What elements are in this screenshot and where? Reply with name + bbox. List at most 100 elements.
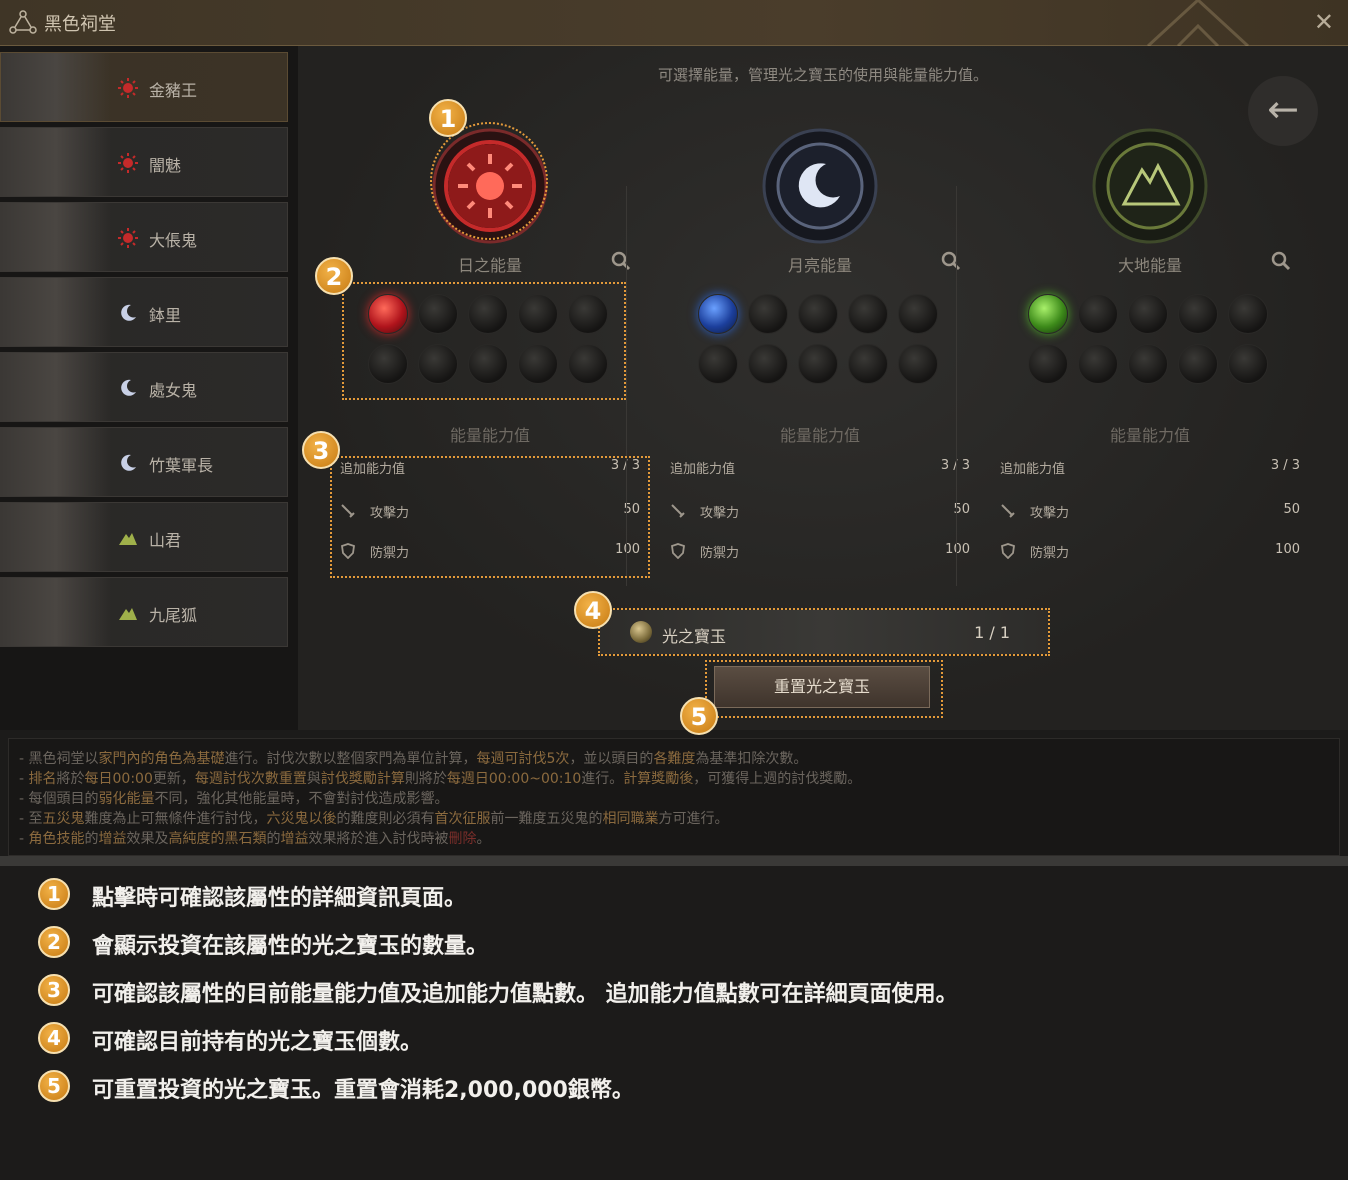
empty-jade-slot (798, 344, 838, 384)
boss-item[interactable]: 處女鬼 (0, 352, 288, 422)
legend-text: 可確認目前持有的光之寶玉個數。 (92, 1030, 423, 1055)
notice-segment: 每週可討伐5次 (476, 751, 570, 767)
sword-icon (671, 504, 685, 518)
notice-segment: 難度為止可無條件進行討伐， (84, 811, 267, 827)
energy-stat-title: 能量能力值 (449, 426, 530, 445)
notice-segment: 進行。 (581, 771, 624, 787)
magnifier-icon[interactable] (940, 250, 962, 272)
empty-jade-slot (1228, 344, 1268, 384)
boss-name: 大倀鬼 (149, 231, 198, 250)
boss-name: 處女鬼 (149, 381, 198, 400)
defense-stat-row: 防禦力 100 (1000, 542, 1310, 566)
earth-energy-icon (117, 527, 139, 549)
bonus-stat-value: 3 / 3 (1270, 458, 1300, 473)
shield-icon (1001, 543, 1015, 559)
notice-line: - 每個頭目的弱化能量不同，強化其他能量時，不會對討伐造成影響。 (19, 789, 1339, 809)
empty-jade-slot (1128, 294, 1168, 334)
energy-column: 月亮能量能量能力值追加能力值3 / 3攻擊力50防禦力100 (630, 116, 970, 586)
notice-segment: 進行。討伐次數以整個家門為單位計算， (224, 751, 477, 767)
boss-item[interactable]: 山君 (0, 502, 288, 572)
title-bar: 黑色祠堂 ✕ (0, 0, 1348, 46)
moon-energy-medal-icon[interactable] (760, 126, 880, 246)
callout-legend: 1 點擊時可確認該屬性的詳細資訊頁面。 2 會顯示投資在該屬性的光之寶玉的數量。 3 可確… (0, 866, 1348, 1180)
boss-item[interactable]: 竹葉軍長 (0, 427, 288, 497)
close-icon[interactable]: ✕ (1314, 8, 1334, 36)
boss-item[interactable]: 金豬王 (0, 52, 288, 122)
callout-badge-1: 1 (429, 99, 467, 137)
energy-stats: 追加能力值3 / 3 攻擊力50 防禦力100 (670, 458, 980, 580)
boss-portrait (1, 128, 111, 196)
notice-segment: 首次征服 (434, 811, 491, 827)
boss-portrait (1, 278, 111, 346)
moon-energy-icon (117, 302, 139, 324)
boss-portrait (1, 53, 111, 121)
defense-stat-row: 防禦力 100 (670, 542, 980, 566)
legend-text: 點擊時可確認該屬性的詳細資訊頁面。 (92, 886, 467, 911)
notice-segment: ，可獲得上週的討伐獎勵。 (693, 771, 862, 787)
legend-badge: 4 (38, 1022, 70, 1054)
legend-text: 可確認該屬性的目前能量能力值及追加能力值點數。 追加能力值點數可在詳細頁面使用。 (92, 982, 958, 1007)
rules-notice: - 黑色祠堂以家門內的角色為基礎進行。討伐次數以整個家門為單位計算，每週可討伐5… (8, 738, 1340, 856)
empty-jade-slot (1228, 294, 1268, 334)
notice-segment: ，並以頭目的 (569, 751, 654, 767)
energy-column: 大地能量 能量能力值 追加能力值 3 / 3 攻擊力 50 防禦力 100 (960, 116, 1300, 586)
empty-jade-slot (1178, 294, 1218, 334)
empty-jade-slot (898, 344, 938, 384)
notice-segment: 增益 (280, 831, 309, 847)
jade-orb-grid (698, 294, 958, 394)
notice-segment: 將於 (56, 771, 85, 787)
bonus-stat-label: 追加能力值 (1000, 462, 1066, 477)
highlight-jade (598, 608, 1050, 656)
notice-segment: 的 (84, 831, 99, 847)
section-divider (0, 856, 1348, 866)
column-divider (956, 186, 957, 586)
boss-item[interactable]: 大倀鬼 (0, 202, 288, 272)
magnifier-icon[interactable] (1270, 250, 1292, 272)
empty-jade-slot (748, 294, 788, 334)
notice-segment: 的 (266, 831, 281, 847)
defense-label: 防禦力 (1030, 546, 1070, 561)
boss-portrait (1, 203, 111, 271)
bonus-stat-row: 追加能力值3 / 3 (670, 458, 980, 482)
attack-value: 50 (1283, 502, 1300, 517)
empty-jade-slot (848, 344, 888, 384)
attack-label: 攻擊力 (700, 506, 740, 521)
earth-energy-medal-icon[interactable] (1090, 126, 1210, 246)
notice-segment: 的難度則必須有 (336, 811, 435, 827)
sun-energy-icon (117, 227, 139, 249)
legend-badge: 3 (38, 974, 70, 1006)
notice-segment: 六災鬼以後 (266, 811, 337, 827)
boss-name: 山君 (149, 531, 182, 550)
panel-subtitle: 可選擇能量，管理光之寶玉的使用與能量能力值。 (657, 66, 988, 84)
boss-item[interactable]: 九尾狐 (0, 577, 288, 647)
notice-segment: 前一難度五災鬼的 (490, 811, 603, 827)
invested-jade-orb (698, 294, 738, 334)
legend-badge: 2 (38, 926, 70, 958)
notice-segment: 則將於 (404, 771, 447, 787)
moon-energy-icon (117, 377, 139, 399)
callout-badge-3: 3 (302, 431, 340, 469)
notice-segment: 角色技能 (28, 831, 85, 847)
notice-segment: - 黑色祠堂以 (19, 751, 99, 767)
callout-badge-2: 2 (315, 257, 353, 295)
bonus-stat-row: 追加能力值 3 / 3 (1000, 458, 1310, 482)
shield-icon (671, 543, 685, 559)
empty-jade-slot (798, 294, 838, 334)
highlight-medal (430, 122, 548, 240)
boss-item[interactable]: 鉢里 (0, 277, 288, 347)
shrine-logo-icon (9, 10, 37, 34)
notice-segment: 效果將於進入討伐時被 (308, 831, 449, 847)
boss-name: 金豬王 (149, 81, 198, 100)
boss-item[interactable]: 闇魅 (0, 127, 288, 197)
boss-portrait (1, 578, 111, 646)
legend-badge: 5 (38, 1070, 70, 1102)
notice-segment: 每週討伐次數重置 (194, 771, 307, 787)
title-decoration (1146, 0, 1250, 46)
energy-stat-title: 能量能力值 (1109, 426, 1190, 445)
attack-label: 攻擊力 (1030, 506, 1070, 521)
notice-segment: 。 (476, 831, 491, 847)
boss-portrait (1, 353, 111, 421)
sword-icon (1001, 504, 1015, 518)
notice-segment: 增益 (98, 831, 127, 847)
magnifier-icon[interactable] (610, 250, 632, 272)
